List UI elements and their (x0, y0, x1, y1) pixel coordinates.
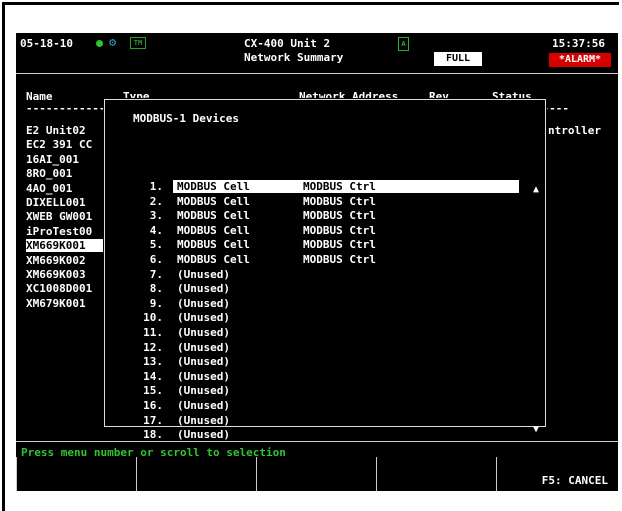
softkey-f5-cancel[interactable]: F5: CANCEL (496, 457, 618, 491)
network-list-item[interactable]: iProTest00 (26, 225, 106, 238)
alarm-badge[interactable]: *ALARM* (549, 53, 611, 67)
unit-name: CX-400 Unit 2 (244, 37, 331, 50)
softkey-label: F5: CANCEL (541, 474, 608, 487)
device-number: 16. (143, 399, 163, 412)
device-name: (Unused) (177, 326, 230, 339)
column-header-name: Name (26, 90, 53, 103)
network-list-item[interactable]: EC2 391 CC (26, 138, 106, 151)
header-bar: 05-18-10 ⚙ TM CX-400 Unit 2 Network Summ… (16, 33, 618, 74)
network-list-item[interactable]: DIXELL001 (26, 196, 106, 209)
network-list-item[interactable]: 4AO_001 (26, 182, 106, 195)
device-number: 1. (149, 180, 163, 193)
device-name: (Unused) (177, 340, 230, 354)
triangle-up-icon[interactable]: ▲ (533, 184, 539, 195)
modbus-devices-dialog: MODBUS-1 Devices 1. MODBUS Cell MODBUS Ctr… (104, 99, 546, 441)
device-name: (Unused) (177, 369, 230, 383)
device-name: MODBUS Cell (177, 223, 250, 237)
dialog-title: MODBUS-1 Devices (133, 112, 239, 125)
device-number: 11. (143, 326, 163, 339)
softkey-f4[interactable] (376, 457, 497, 491)
device-number: 18. (143, 428, 163, 442)
time-display: 15:37:56 (552, 37, 605, 50)
device-name: (Unused) (177, 355, 230, 369)
status-column-text: ntroller (548, 124, 601, 137)
device-name: MODBUS Cell (177, 209, 250, 223)
device-number: 7. (149, 267, 163, 281)
device-number: 9. (149, 296, 163, 310)
softkey-f3[interactable] (256, 457, 377, 491)
network-list-item[interactable]: XM679K001 (26, 297, 106, 310)
page-title: Network Summary (244, 51, 344, 64)
device-number: 15. (143, 384, 163, 398)
network-list-item[interactable]: E2 Unit02 (26, 124, 106, 137)
device-number: 3. (149, 209, 163, 223)
device-name: MODBUS Cell (177, 238, 250, 252)
device-number: 12. (143, 340, 163, 354)
device-name: MODBUS Cell (177, 253, 250, 266)
device-number: 10. (143, 311, 163, 325)
device-number: 13. (143, 355, 163, 369)
network-list-item[interactable]: XC1008D001 (26, 282, 106, 295)
device-number: 2. (149, 194, 163, 208)
date-display: 05-18-10 (20, 37, 73, 50)
device-number: 8. (149, 282, 163, 296)
softkey-f2[interactable] (136, 457, 257, 491)
controller-screen: 05-18-10 ⚙ TM CX-400 Unit 2 Network Summ… (16, 33, 618, 491)
device-name: (Unused) (177, 384, 230, 398)
network-list-item[interactable]: XWEB GW001 (26, 210, 106, 223)
device-name: (Unused) (177, 428, 230, 442)
network-list-item[interactable]: XM669K003 (26, 268, 106, 281)
status-led-icon (96, 40, 103, 47)
softkey-bar: F5: CANCEL (16, 457, 618, 491)
device-type: MODBUS Ctrl (303, 180, 376, 193)
device-name: (Unused) (177, 267, 230, 281)
device-type: MODBUS Ctrl (303, 238, 376, 252)
device-name: (Unused) (177, 296, 230, 310)
network-icon: ⚙ (109, 35, 117, 49)
device-number: 4. (149, 223, 163, 237)
device-number: 14. (143, 369, 163, 383)
footer-divider (16, 441, 618, 442)
softkey-f1[interactable] (16, 457, 137, 491)
device-name: MODBUS Cell (177, 194, 250, 208)
full-badge: FULL (434, 52, 482, 66)
network-list-item[interactable]: XM669K002 (26, 254, 106, 267)
device-name: MODBUS Cell (177, 180, 250, 193)
device-name: (Unused) (177, 282, 230, 296)
device-name: (Unused) (177, 413, 230, 427)
device-type: MODBUS Ctrl (303, 194, 376, 208)
device-type: MODBUS Ctrl (303, 253, 376, 266)
device-number: 17. (143, 413, 163, 427)
lock-icon: A (398, 37, 409, 51)
device-type: MODBUS Ctrl (303, 209, 376, 223)
device-type: MODBUS Ctrl (303, 223, 376, 237)
device-name: (Unused) (177, 399, 230, 412)
network-list-item[interactable]: 16AI_001 (26, 153, 106, 166)
triangle-down-icon[interactable]: ▼ (533, 424, 539, 435)
device-name: (Unused) (177, 311, 230, 325)
device-number: 6. (149, 253, 163, 266)
network-list-item[interactable]: XM669K001 (26, 239, 104, 253)
terminal-icon: TM (130, 37, 146, 49)
device-number: 5. (149, 238, 163, 252)
network-list-item[interactable]: 8RO_001 (26, 167, 106, 180)
